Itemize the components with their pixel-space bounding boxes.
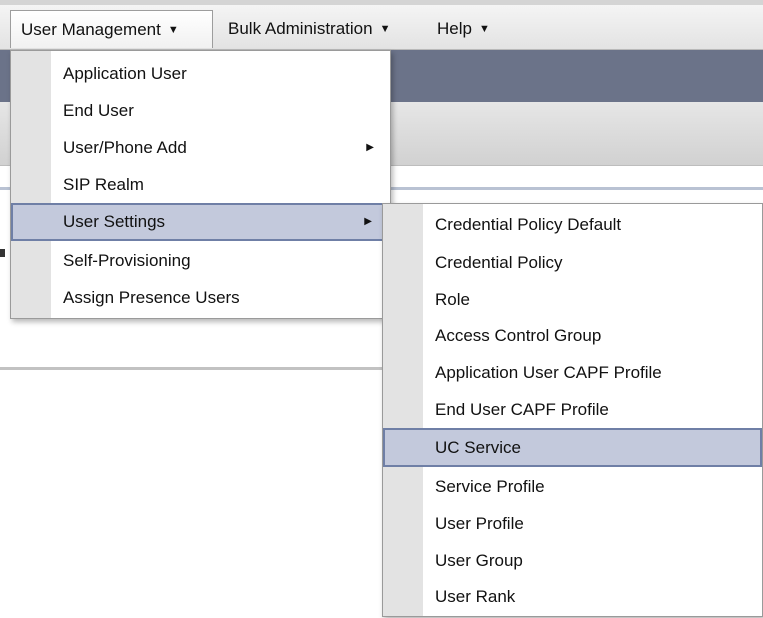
menu-item-user-profile[interactable]: User Profile bbox=[383, 505, 762, 542]
menu-item-credential-policy[interactable]: Credential Policy bbox=[383, 244, 762, 281]
menu-item-label: Role bbox=[435, 290, 470, 309]
menu-bulk-administration-label: Bulk Administration bbox=[228, 19, 373, 38]
menu-item-label: Application User bbox=[63, 64, 187, 83]
menu-item-label: User Group bbox=[435, 551, 523, 570]
menu-item-user-settings[interactable]: User Settings ▶ bbox=[11, 203, 390, 241]
menu-bulk-administration[interactable]: Bulk Administration ▼ bbox=[218, 10, 400, 48]
caret-down-icon: ▼ bbox=[478, 22, 490, 35]
submenu-arrow-icon: ▶ bbox=[366, 142, 374, 153]
menu-item-label: Self-Provisioning bbox=[63, 251, 191, 270]
menu-item-label: Credential Policy Default bbox=[435, 215, 622, 234]
submenu-arrow-icon: ▶ bbox=[364, 216, 372, 227]
top-menu-bar: User Management ▼ Bulk Administration ▼ He… bbox=[0, 0, 763, 50]
menu-item-application-user-capf-profile[interactable]: Application User CAPF Profile bbox=[383, 354, 762, 391]
menu-item-label: End User CAPF Profile bbox=[435, 400, 609, 419]
caret-down-icon: ▼ bbox=[379, 22, 391, 35]
menu-item-application-user[interactable]: Application User bbox=[11, 55, 390, 92]
menu-item-label: End User bbox=[63, 101, 134, 120]
menu-help[interactable]: Help ▼ bbox=[427, 10, 500, 48]
menu-item-end-user-capf-profile[interactable]: End User CAPF Profile bbox=[383, 391, 762, 428]
menu-item-user-rank[interactable]: User Rank bbox=[383, 578, 762, 615]
page-divider bbox=[0, 367, 385, 370]
menu-item-credential-policy-default[interactable]: Credential Policy Default bbox=[383, 206, 762, 243]
menu-item-user-group[interactable]: User Group bbox=[383, 542, 762, 579]
menu-item-user-phone-add[interactable]: User/Phone Add ▶ bbox=[11, 129, 390, 166]
caret-down-icon: ▼ bbox=[167, 23, 179, 36]
menu-item-label: User/Phone Add bbox=[63, 138, 187, 157]
menubar-top-edge bbox=[0, 0, 763, 5]
menu-item-label: Service Profile bbox=[435, 477, 545, 496]
menu-item-sip-realm[interactable]: SIP Realm bbox=[11, 166, 390, 203]
user-management-dropdown: Application User End User User/Phone Add… bbox=[10, 50, 391, 319]
menu-help-label: Help bbox=[437, 19, 472, 38]
menu-item-access-control-group[interactable]: Access Control Group bbox=[383, 317, 762, 354]
menu-item-assign-presence-users[interactable]: Assign Presence Users bbox=[11, 279, 390, 316]
menu-user-management-label: User Management bbox=[21, 20, 161, 39]
menu-item-self-provisioning[interactable]: Self-Provisioning bbox=[11, 242, 390, 279]
menu-user-management[interactable]: User Management ▼ bbox=[10, 10, 213, 48]
menu-item-label: User Settings bbox=[63, 212, 166, 231]
menu-item-label: User Profile bbox=[435, 514, 524, 533]
menu-item-uc-service[interactable]: UC Service bbox=[383, 428, 762, 467]
menu-item-label: UC Service bbox=[435, 438, 521, 457]
menu-item-label: SIP Realm bbox=[63, 175, 144, 194]
page-fragment bbox=[0, 249, 5, 257]
menu-item-label: User Rank bbox=[435, 587, 516, 606]
menu-item-label: Application User CAPF Profile bbox=[435, 363, 662, 382]
menu-item-label: Credential Policy bbox=[435, 253, 563, 272]
menu-item-role[interactable]: Role bbox=[383, 281, 762, 318]
menu-item-service-profile[interactable]: Service Profile bbox=[383, 468, 762, 505]
menu-item-end-user[interactable]: End User bbox=[11, 92, 390, 129]
menu-item-label: Assign Presence Users bbox=[63, 288, 240, 307]
user-settings-submenu: Credential Policy Default Credential Pol… bbox=[382, 203, 763, 617]
menu-item-label: Access Control Group bbox=[435, 326, 602, 345]
